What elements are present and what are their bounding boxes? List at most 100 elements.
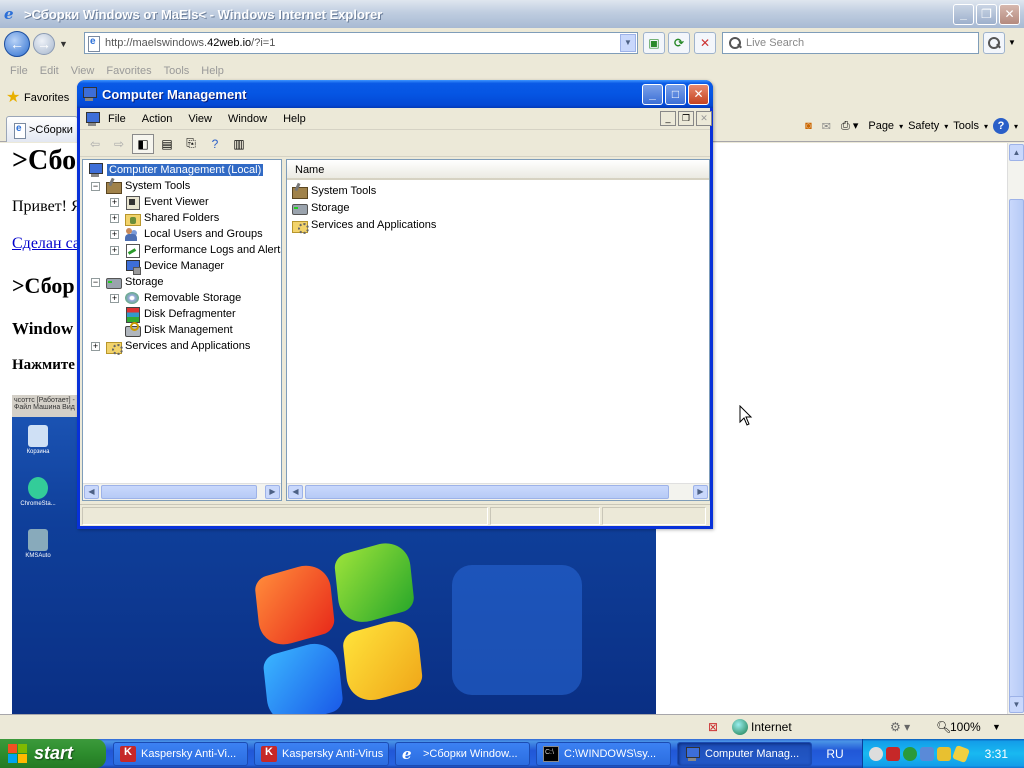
expand-icon[interactable]: +	[110, 229, 119, 239]
page-vertical-scrollbar[interactable]: ▲ ▼	[1007, 143, 1024, 714]
taskbar-button-ie[interactable]: e >Сборки Window...	[395, 742, 530, 766]
list-item[interactable]: Storage	[291, 200, 350, 216]
taskbar-button-computer-management[interactable]: Computer Manag...	[677, 742, 812, 766]
cm-close-button[interactable]: ✕	[688, 83, 709, 105]
tree-root[interactable]: Computer Management (Local)	[87, 162, 264, 178]
cm-menu-file[interactable]: File	[108, 113, 126, 125]
cm-menu-window[interactable]: Window	[228, 113, 267, 125]
console-tree-pane[interactable]: Computer Management (Local) − System Too…	[82, 159, 282, 501]
scroll-thumb[interactable]	[101, 485, 257, 499]
tray-network-icon[interactable]	[920, 746, 934, 761]
scroll-left-arrow[interactable]: ◀	[288, 485, 303, 499]
back-button[interactable]: ←	[4, 31, 30, 57]
ie-restore-button[interactable]: ❐	[976, 3, 997, 25]
address-dropdown-icon[interactable]: ▼	[620, 34, 636, 52]
cm-maximize-button[interactable]: □	[665, 83, 686, 105]
menu-favorites[interactable]: Favorites	[106, 65, 151, 77]
expand-icon[interactable]: +	[110, 245, 119, 255]
toolbar-help-icon[interactable]: ?	[204, 134, 226, 154]
tree-item-device-manager[interactable]: Device Manager	[124, 258, 224, 275]
read-mail-icon[interactable]: ✉	[822, 120, 831, 133]
mdi-minimize-icon[interactable]: _	[660, 111, 676, 126]
expand-icon[interactable]: +	[110, 213, 119, 223]
mdi-close-icon[interactable]: ✕	[696, 111, 712, 126]
scroll-up-arrow[interactable]: ▲	[1009, 144, 1024, 161]
column-header-name[interactable]: Name	[287, 160, 709, 180]
clock[interactable]: 3:31	[985, 747, 1008, 761]
favorites-button[interactable]: Favorites	[24, 92, 69, 104]
scroll-left-arrow[interactable]: ◀	[84, 485, 99, 499]
tray-tool-icon[interactable]	[937, 746, 951, 761]
tree-horizontal-scrollbar[interactable]: ◀ ▶	[83, 483, 281, 500]
cm-menu-help[interactable]: Help	[283, 113, 306, 125]
scroll-right-arrow[interactable]: ▶	[693, 485, 708, 499]
protected-mode-icon[interactable]: ⚙ ▾	[890, 720, 910, 734]
details-pane[interactable]: Name System Tools Storage Services and A…	[286, 159, 710, 501]
tree-item-storage[interactable]: − Storage	[91, 274, 164, 290]
taskbar-button-kaspersky-1[interactable]: Kaspersky Anti-Vi...	[113, 742, 248, 766]
refresh-icon[interactable]: ⟳	[668, 32, 690, 54]
ie-minimize-button[interactable]: _	[953, 3, 974, 25]
cm-child-icon[interactable]	[84, 111, 100, 127]
scroll-thumb[interactable]	[305, 485, 669, 499]
menu-help[interactable]: Help	[201, 65, 224, 77]
tree-item-removable-storage[interactable]: + Removable Storage	[110, 290, 241, 306]
search-options-icon[interactable]: ▼	[1008, 38, 1016, 47]
toolbar-show-action-pane-icon[interactable]: ▥	[228, 134, 250, 154]
toolbar-forward-icon[interactable]: ⇨	[108, 134, 130, 154]
language-indicator[interactable]: RU	[818, 739, 852, 768]
stop-icon[interactable]: ✕	[694, 32, 716, 54]
expand-icon[interactable]: +	[110, 293, 119, 303]
print-icon[interactable]: ⎙ ▾	[841, 119, 858, 133]
tray-lightning-icon[interactable]	[952, 744, 970, 763]
menu-file[interactable]: File	[10, 65, 28, 77]
tray-messenger-icon[interactable]	[869, 746, 883, 761]
ie-close-button[interactable]: ✕	[999, 3, 1020, 25]
zoom-icon[interactable]: 🔍︎	[936, 720, 951, 734]
address-bar[interactable]: http://maelswindows.42web.io/?i=1 ▼	[84, 32, 638, 54]
collapse-icon[interactable]: −	[91, 277, 100, 287]
help-icon[interactable]: ?	[992, 118, 1009, 134]
compatibility-icon[interactable]: ▣	[643, 32, 665, 54]
tab-current-page[interactable]: >Сборки	[6, 116, 78, 142]
taskbar-button-cmd[interactable]: C:\WINDOWS\sy...	[536, 742, 671, 766]
tree-item-system-tools[interactable]: − System Tools	[91, 178, 190, 194]
list-item[interactable]: System Tools	[291, 183, 376, 199]
cm-menu-view[interactable]: View	[188, 113, 212, 125]
tree-item-disk-management[interactable]: Disk Management	[124, 322, 233, 338]
list-item[interactable]: Services and Applications	[291, 217, 436, 234]
menu-tools[interactable]: Tools	[164, 65, 190, 77]
tray-kaspersky-icon[interactable]	[886, 746, 900, 761]
cm-minimize-button[interactable]: _	[642, 83, 663, 105]
history-dropdown-icon[interactable]: ▼	[59, 39, 68, 49]
tree-item-services-applications[interactable]: + Services and Applications	[91, 338, 250, 355]
scroll-down-arrow[interactable]: ▼	[1009, 696, 1024, 713]
toolbar-back-icon[interactable]: ⇦	[84, 134, 106, 154]
start-button[interactable]: start	[0, 739, 106, 768]
status-error-icon[interactable]: ⊠	[708, 720, 718, 734]
tree-item-performance-logs[interactable]: + Performance Logs and Alerts	[110, 242, 281, 258]
expand-icon[interactable]: +	[91, 341, 100, 351]
collapse-icon[interactable]: −	[91, 181, 100, 191]
search-button[interactable]	[983, 32, 1005, 54]
tree-item-disk-defragmenter[interactable]: Disk Defragmenter	[124, 306, 236, 323]
search-input[interactable]: Live Search	[722, 32, 979, 54]
page-link[interactable]: Сделан са	[12, 235, 80, 253]
scroll-thumb[interactable]	[1009, 199, 1024, 699]
tree-item-local-users[interactable]: + Local Users and Groups	[110, 226, 263, 242]
toolbar-export-icon[interactable]: ⎘	[180, 134, 202, 154]
tree-item-event-viewer[interactable]: + Event Viewer	[110, 194, 209, 210]
ie-title-bar[interactable]: e >Сборки Windows от MaEls< - Windows In…	[0, 0, 1024, 28]
expand-icon[interactable]: +	[110, 197, 119, 207]
menu-view[interactable]: View	[71, 65, 95, 77]
toolbar-properties-icon[interactable]: ▤	[156, 134, 178, 154]
tools-menu[interactable]: Tools	[953, 120, 979, 132]
cm-title-bar[interactable]: Computer Management _ □ ✕	[77, 80, 713, 108]
tree-item-shared-folders[interactable]: + Shared Folders	[110, 210, 219, 226]
tray-w-icon[interactable]	[903, 746, 917, 761]
taskbar-button-kaspersky-2[interactable]: Kaspersky Anti-Virus	[254, 742, 389, 766]
page-menu[interactable]: Page	[868, 120, 894, 132]
details-horizontal-scrollbar[interactable]: ◀ ▶	[287, 483, 709, 500]
toolbar-show-tree-icon[interactable]: ◧	[132, 133, 154, 154]
safety-menu[interactable]: Safety	[908, 120, 939, 132]
